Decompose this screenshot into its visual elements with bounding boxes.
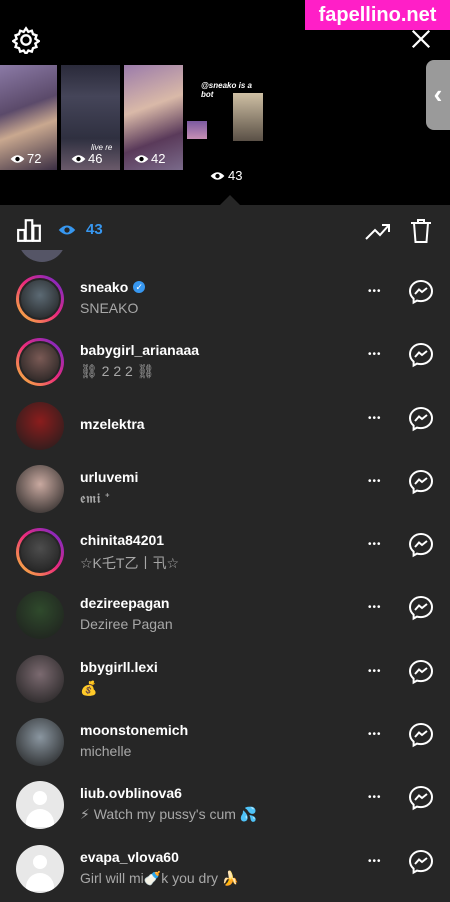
avatar[interactable] [16,781,64,830]
story-thumbnail[interactable]: 42 [124,65,183,170]
more-icon[interactable]: ••• [368,350,388,362]
trash-icon[interactable] [409,218,433,244]
viewer-row[interactable]: evapa_vlova60 Girl will mi🍼k you dry 🍌 ••• [0,837,450,900]
username-text: bbygirll.lexi [80,658,158,675]
eye-icon [10,154,25,163]
side-tab-button[interactable]: ‹ [426,60,450,130]
messenger-icon[interactable] [408,595,434,621]
eye-icon [71,154,86,163]
story-thumbnail[interactable]: 72 [0,65,57,170]
avatar[interactable] [16,338,64,387]
story-views: 46 [71,151,102,166]
viewer-row[interactable]: mzelektra ••• [0,394,450,457]
viewer-list: sneako ✓ SNEAKO ••• babygirl_arianaaa ⛓ 2 2 2… [0,267,450,900]
viewer-fullname: SNEAKO [80,300,139,316]
messenger-icon[interactable] [408,849,434,875]
viewer-username[interactable]: chinita84201 [80,532,164,548]
messenger-icon[interactable] [408,659,434,685]
messenger-icon[interactable] [408,279,434,305]
gear-icon[interactable] [12,26,40,54]
story-views: 42 [134,151,165,166]
viewer-row[interactable]: liub.ovblinova6 ⚡ Watch my pussy's cum 💦 •… [0,773,450,836]
viewer-fullname: 💰 [80,679,98,696]
username-text: moonstonemich [80,722,189,739]
messenger-icon[interactable] [408,722,434,748]
avatar[interactable] [16,591,64,640]
messenger-icon[interactable] [408,469,434,495]
watermark: fapellino.net [305,0,450,30]
viewer-username[interactable]: mzelektra [80,416,145,432]
more-icon[interactable]: ••• [368,856,388,869]
username-text: mzelektra [80,415,145,432]
username-text: chinita84201 [80,532,165,549]
viewer-fullname: ☆K乇T乙丨卂☆ [80,555,179,572]
viewer-username[interactable]: bbygirll.lexi [80,659,158,675]
more-icon[interactable]: ••• [368,666,388,679]
viewer-fullname: Girl will mi🍼k you dry 🍌 [80,869,240,886]
username-text: sneako [80,279,129,295]
viewer-fullname: Deziree Pagan [80,616,173,633]
username-text: dezireepagan [80,595,170,612]
more-icon[interactable]: ••• [368,287,388,299]
more-icon[interactable]: ••• [368,540,388,552]
story-image [233,93,263,141]
eye-icon [210,171,225,180]
more-icon[interactable]: ••• [368,730,388,742]
more-icon[interactable]: ••• [368,603,388,615]
close-icon[interactable] [410,28,432,50]
more-icon[interactable]: ••• [368,476,388,489]
eye-icon [134,154,149,163]
viewer-username[interactable]: liub.ovblinova6 [80,785,182,801]
avatar[interactable] [16,844,64,893]
viewer-username[interactable]: urluvemi [80,469,138,485]
username-text: evapa_vlova60 [80,848,179,865]
avatar[interactable] [16,275,64,323]
eye-icon [58,225,76,234]
viewers-panel: 43 sneako ✓ SNEAKO ••• babygirl_arianaaa ⛓ 2 … [0,205,450,902]
viewer-username[interactable]: moonstonemich [80,722,188,738]
username-text: babygirl_arianaaa [80,342,200,359]
story-image [187,121,207,139]
story-views: 43 [210,168,242,183]
partially-hidden-row [0,250,450,264]
verified-badge-icon: ✓ [133,281,146,293]
messenger-icon[interactable] [408,342,434,368]
more-icon[interactable]: ••• [368,413,388,426]
username-text: liub.ovblinova6 [80,785,182,802]
viewer-fullname: ⛓ 2 2 2 ⛓ [80,363,155,380]
viewer-row[interactable]: urluvemi 𝖊𝖒𝖎 ᐩ ••• [0,457,450,520]
username-text: urluvemi [80,468,139,485]
viewer-row[interactable]: moonstonemich michelle ••• [0,710,450,773]
messenger-icon[interactable] [408,785,434,811]
viewer-row[interactable]: dezireepagan Deziree Pagan ••• [0,583,450,646]
avatar[interactable] [16,528,64,577]
more-icon[interactable]: ••• [368,793,388,805]
viewer-fullname: michelle [80,743,132,760]
story-thumbnail[interactable]: live re 46 [61,65,120,170]
viewer-row[interactable]: babygirl_arianaaa ⛓ 2 2 2 ⛓ ••• [0,330,450,393]
avatar[interactable] [16,654,64,703]
avatar[interactable] [16,464,64,513]
story-views: 72 [10,151,41,166]
viewer-row[interactable]: chinita84201 ☆K乇T乙丨卂☆ ••• [0,520,450,583]
bar-chart-icon[interactable] [16,217,42,243]
viewer-username[interactable]: dezireepagan [80,595,169,611]
trend-icon[interactable] [365,219,391,243]
viewer-username[interactable]: sneako ✓ [80,279,146,295]
messenger-icon[interactable] [408,532,434,558]
views-count[interactable]: 43 [58,221,103,238]
story-strip: fapellino.net ‹ 72 live re 46 42 @sneako… [0,0,450,206]
viewer-row[interactable]: sneako ✓ SNEAKO ••• [0,267,450,330]
viewer-row[interactable]: bbygirll.lexi 💰 ••• [0,647,450,710]
avatar[interactable] [16,718,64,767]
messenger-icon[interactable] [408,406,434,432]
viewer-fullname: ⚡ Watch my pussy's cum 💦 [80,806,258,823]
story-thumbnail-selected[interactable]: @sneako is a bot [187,65,265,170]
avatar[interactable] [16,401,64,450]
viewer-username[interactable]: babygirl_arianaaa [80,342,199,358]
viewer-fullname: 𝖊𝖒𝖎 ᐩ [80,489,110,506]
viewer-username[interactable]: evapa_vlova60 [80,849,179,865]
